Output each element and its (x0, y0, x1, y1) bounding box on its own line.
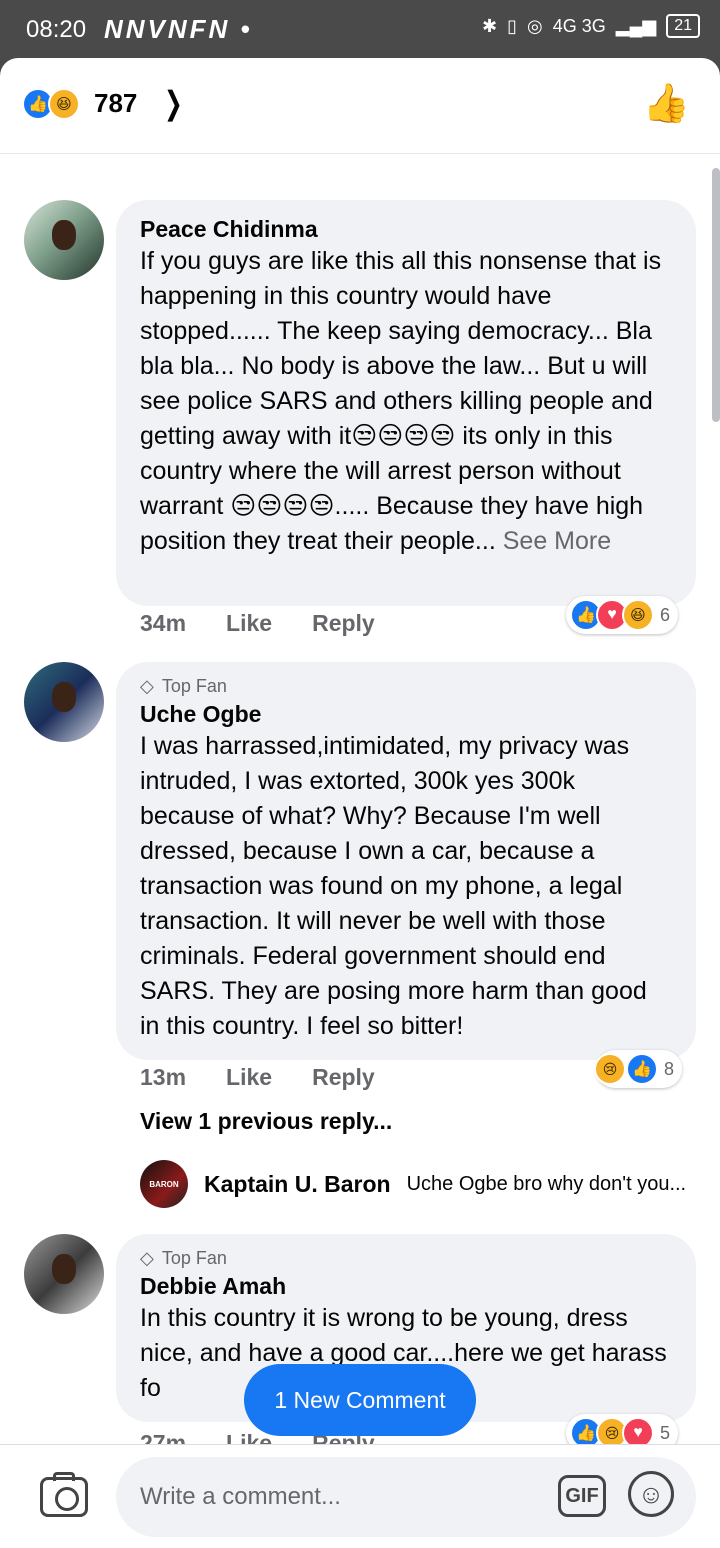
like-post-icon[interactable]: 👍 (643, 82, 690, 126)
reaction-icons[interactable]: 👍 😆 (22, 88, 80, 120)
like-reaction-icon: 👍 (626, 1053, 658, 1085)
bluetooth-icon: ✱ (482, 15, 498, 36)
reply-text: Uche Ogbe bro why don't you... (406, 1172, 687, 1195)
comment-bubble[interactable]: ◇ Top Fan Uche Ogbe I was harrassed,intim… (116, 662, 696, 1060)
comment-time[interactable]: 34m (140, 610, 186, 637)
hotspot-icon: ◎ (527, 15, 543, 36)
comment-reactions[interactable]: 😢 👍 8 (594, 1050, 683, 1088)
notification-icons: NNVNFN • (104, 14, 253, 44)
comment-actions: 34m Like Reply (140, 610, 375, 637)
avatar[interactable] (24, 662, 104, 742)
chevron-right-icon[interactable]: ❯ (164, 84, 183, 122)
view-previous-replies[interactable]: View 1 previous reply... (140, 1108, 392, 1135)
comment-author[interactable]: Debbie Amah (140, 1271, 672, 1301)
haha-reaction-icon: 😆 (48, 88, 80, 120)
badge-label: Top Fan (161, 676, 227, 696)
comment-bubble[interactable]: Peace Chidinma If you guys are like this… (116, 200, 696, 606)
battery-icon: 21 (666, 14, 700, 38)
comment-input[interactable]: Write a comment... GIF ☺ (116, 1457, 696, 1537)
like-button[interactable]: Like (226, 1064, 272, 1091)
signal-icon: ▂▄▆ (615, 15, 657, 36)
reactions-header: 👍 😆 787 ❯ 👍 (0, 58, 720, 154)
gif-button[interactable]: GIF (558, 1475, 606, 1517)
comment-author[interactable]: Peace Chidinma (140, 214, 672, 244)
status-time: 08:20 (26, 16, 87, 43)
top-fan-badge: ◇ Top Fan (140, 676, 672, 697)
comment-text: I was harrassed,intimidated, my privacy … (140, 732, 654, 1040)
status-bar: 08:20 NNVNFN • ✱ ▯ ◎ 4G 3G ▂▄▆ 21 (0, 0, 720, 58)
reaction-count: 8 (664, 1058, 675, 1079)
diamond-icon: ◇ (140, 676, 154, 696)
avatar[interactable]: BARON (140, 1160, 188, 1208)
avatar[interactable] (24, 200, 104, 280)
badge-label: Top Fan (161, 1248, 227, 1268)
reply-button[interactable]: Reply (312, 610, 375, 637)
haha-reaction-icon: 😆 (622, 599, 654, 631)
reaction-count: 5 (660, 1422, 671, 1443)
comments-sheet: 👍 😆 787 ❯ 👍 Peace Chidinma If you guys a… (0, 58, 720, 1548)
avatar[interactable] (24, 1234, 104, 1314)
reply-preview[interactable]: BARON Kaptain U. Baron Uche Ogbe bro why… (140, 1160, 686, 1208)
new-comment-button[interactable]: 1 New Comment (244, 1364, 476, 1436)
top-fan-badge: ◇ Top Fan (140, 1248, 672, 1269)
like-button[interactable]: Like (226, 610, 272, 637)
diamond-icon: ◇ (140, 1248, 154, 1268)
comment-time[interactable]: 13m (140, 1064, 186, 1091)
emoji-icon[interactable]: ☺ (628, 1471, 674, 1517)
comment-reactions[interactable]: 👍 ♥ 😆 6 (566, 596, 679, 634)
see-more-link[interactable]: See More (503, 527, 611, 555)
reaction-count[interactable]: 787 (94, 88, 137, 119)
comment-text: If you guys are like this all this nonse… (140, 244, 672, 559)
comment-placeholder: Write a comment... (140, 1483, 341, 1510)
reaction-count: 6 (660, 604, 671, 625)
status-right: ✱ ▯ ◎ 4G 3G ▂▄▆ 21 (482, 14, 700, 38)
reply-button[interactable]: Reply (312, 1064, 375, 1091)
vibrate-icon: ▯ (507, 15, 517, 36)
reply-author[interactable]: Kaptain U. Baron (204, 1171, 391, 1198)
sad-reaction-icon: 😢 (594, 1053, 626, 1085)
scrollbar[interactable] (712, 168, 720, 422)
camera-icon[interactable] (40, 1472, 88, 1517)
network-label: 4G 3G (552, 15, 606, 36)
comment-body: If you guys are like this all this nonse… (140, 247, 669, 555)
comment-author[interactable]: Uche Ogbe (140, 699, 672, 729)
comment-actions: 13m Like Reply (140, 1064, 375, 1091)
comment-composer: Write a comment... GIF ☺ (0, 1444, 720, 1548)
